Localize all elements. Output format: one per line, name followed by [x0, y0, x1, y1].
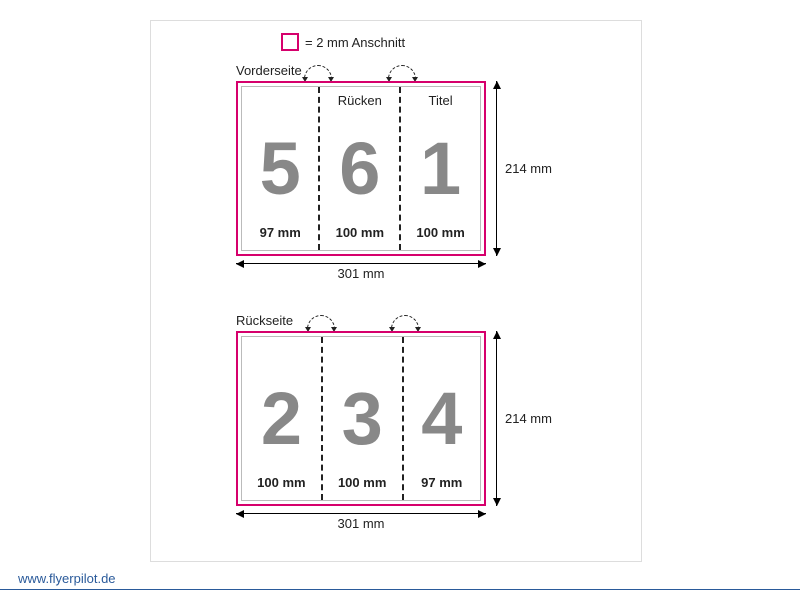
back-sheet: 2 100 mm 3 100 mm 4 97 mm [236, 331, 486, 506]
front-label: Vorderseite [236, 63, 302, 78]
legend-text: = 2 mm Anschnitt [305, 35, 405, 50]
panel-dim: 100 mm [338, 475, 386, 490]
panel-number: 3 [342, 382, 383, 456]
dim-line [236, 263, 486, 264]
back-sheet-inner: 2 100 mm 3 100 mm 4 97 mm [241, 336, 481, 501]
front-height-text: 214 mm [505, 161, 552, 176]
panel-head: Titel [429, 93, 453, 108]
panel-number: 4 [421, 382, 462, 456]
panel-number: 1 [420, 132, 461, 206]
panel-dim: 100 mm [416, 225, 464, 240]
back-height-dim: 214 mm [496, 331, 552, 506]
back-block: Rückseite 2 100 mm 3 100 mm 4 97 mm [236, 331, 486, 506]
front-height-dim: 214 mm [496, 81, 552, 256]
back-height-text: 214 mm [505, 411, 552, 426]
front-panel-6: Rücken 6 100 mm [320, 87, 401, 250]
dim-line [496, 81, 497, 256]
back-width-dim: 301 mm [236, 513, 486, 531]
panel-number: 2 [261, 382, 302, 456]
back-panel-3: 3 100 mm [323, 337, 404, 500]
panel-head: Rücken [338, 93, 382, 108]
diagram-canvas: = 2 mm Anschnitt Vorderseite 5 97 mm Rüc… [150, 20, 642, 562]
front-sheet-inner: 5 97 mm Rücken 6 100 mm Titel 1 100 mm [241, 86, 481, 251]
panel-dim: 97 mm [260, 225, 301, 240]
panel-dim: 97 mm [421, 475, 462, 490]
fold-arc [388, 65, 416, 80]
front-width-dim: 301 mm [236, 263, 486, 281]
footer-url: www.flyerpilot.de [18, 571, 116, 586]
fold-arc [391, 315, 419, 330]
back-label: Rückseite [236, 313, 293, 328]
panel-dim: 100 mm [257, 475, 305, 490]
footer-divider [0, 589, 800, 590]
front-width-text: 301 mm [338, 266, 385, 281]
panel-number: 6 [339, 132, 380, 206]
back-width-text: 301 mm [338, 516, 385, 531]
panel-dim: 100 mm [336, 225, 384, 240]
front-sheet: 5 97 mm Rücken 6 100 mm Titel 1 100 mm [236, 81, 486, 256]
panel-number: 5 [260, 132, 301, 206]
back-panel-2: 2 100 mm [242, 337, 323, 500]
dim-line [496, 331, 497, 506]
back-panel-4: 4 97 mm [404, 337, 480, 500]
fold-arc [307, 315, 335, 330]
front-block: Vorderseite 5 97 mm Rücken 6 100 mm Tite… [236, 81, 486, 256]
dim-line [236, 513, 486, 514]
legend-swatch [281, 33, 299, 51]
front-panel-5: 5 97 mm [242, 87, 320, 250]
bleed-legend: = 2 mm Anschnitt [281, 33, 405, 51]
front-panel-1: Titel 1 100 mm [401, 87, 480, 250]
fold-arc [304, 65, 332, 80]
